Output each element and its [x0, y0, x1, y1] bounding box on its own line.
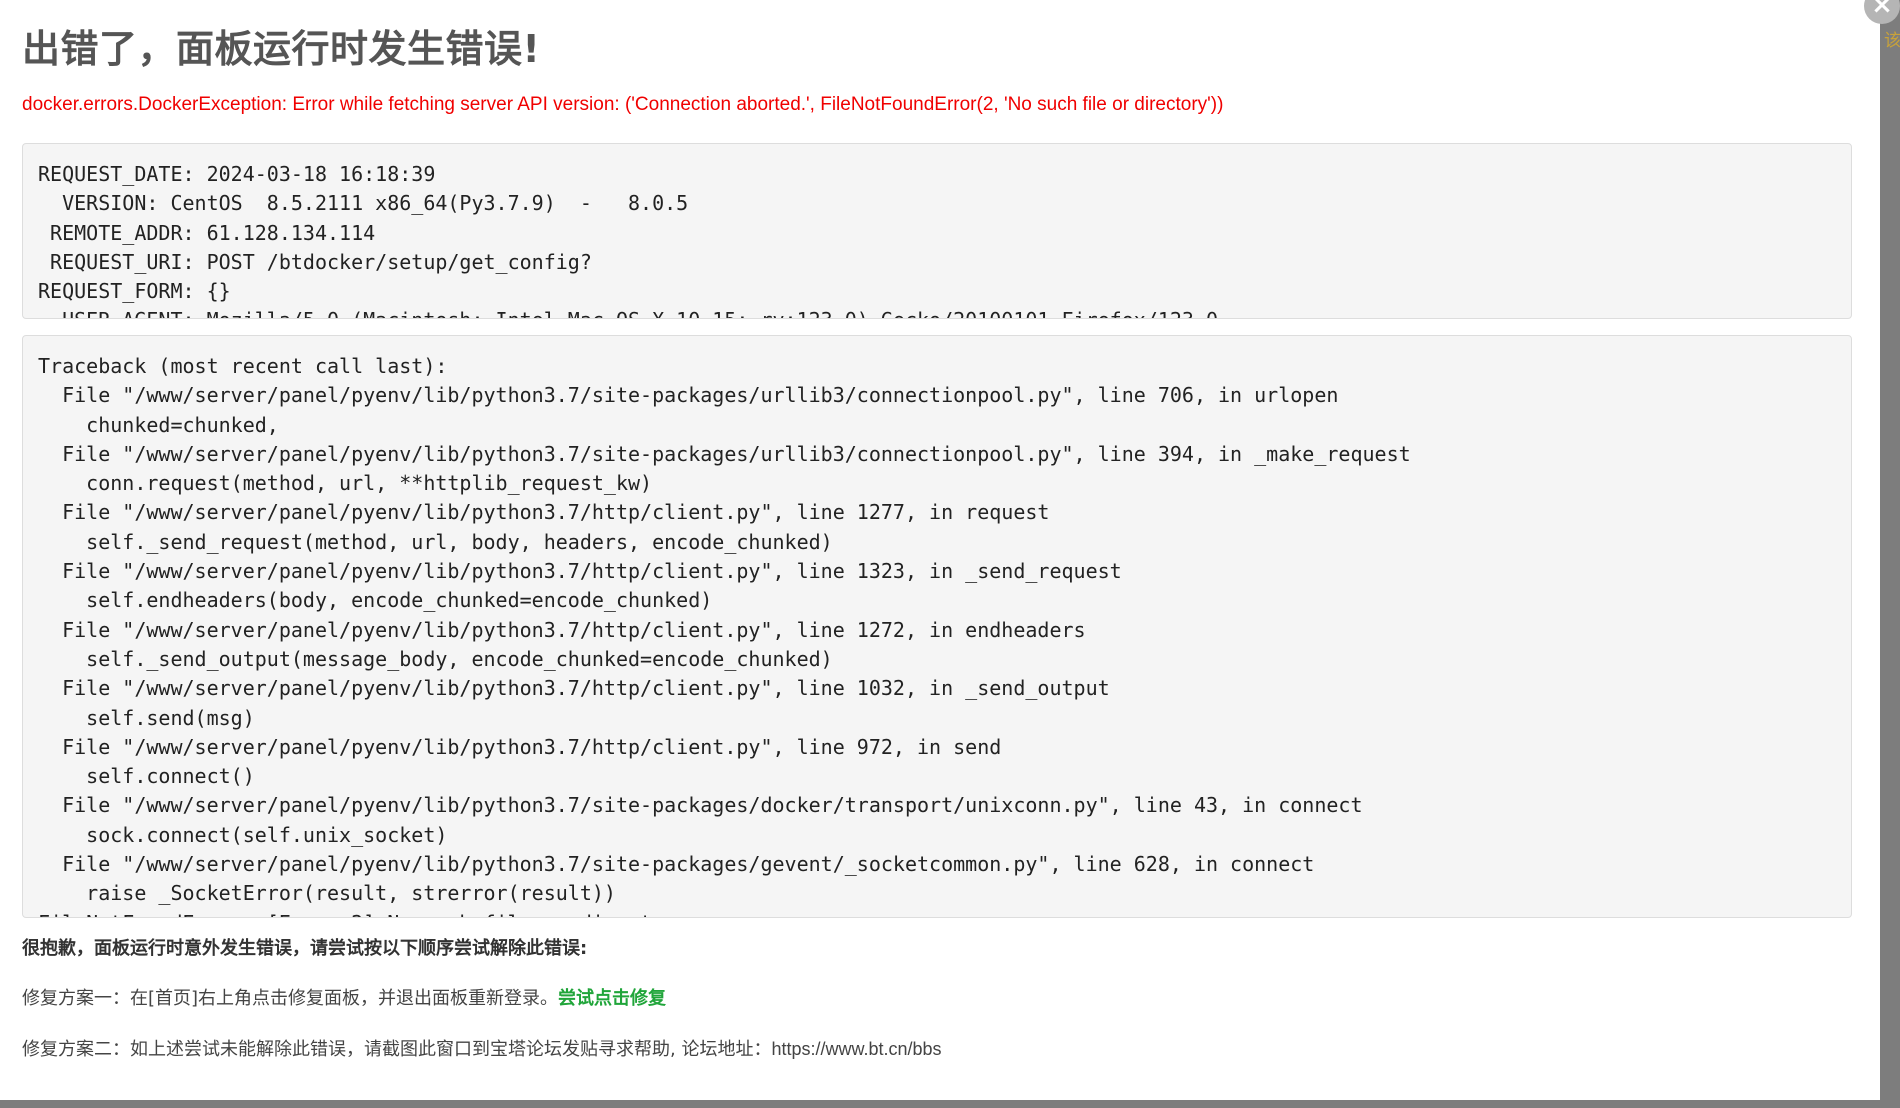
try-repair-link[interactable]: 尝试点击修复: [558, 988, 666, 1009]
side-text-fragment: 该: [1884, 31, 1900, 51]
help-intro: 很抱歉，面板运行时意外发生错误，请尝试按以下顺序尝试解除此错误:: [22, 938, 588, 959]
request-info-panel[interactable]: REQUEST_DATE: 2024-03-18 16:18:39 VERSIO…: [22, 143, 1852, 319]
error-message: docker.errors.DockerException: Error whi…: [22, 94, 1224, 115]
traceback-text: Traceback (most recent call last): File …: [38, 354, 1411, 917]
page-title: 出错了，面板运行时发生错误!: [22, 27, 541, 71]
request-info-text: REQUEST_DATE: 2024-03-18 16:18:39 VERSIO…: [38, 162, 1218, 318]
error-dialog: 出错了，面板运行时发生错误! docker.errors.DockerExcep…: [0, 0, 1880, 1100]
fix-option-2: 修复方案二：如上述尝试未能解除此错误，请截图此窗口到宝塔论坛发贴寻求帮助, 论坛…: [22, 1035, 942, 1061]
fix-option-2-text: 修复方案二：如上述尝试未能解除此错误，请截图此窗口到宝塔论坛发贴寻求帮助, 论坛…: [22, 1039, 772, 1060]
fix-option-1: 修复方案一：在[首页]右上角点击修复面板，并退出面板重新登录。尝试点击修复: [22, 984, 666, 1010]
fix-option-1-text: 修复方案一：在[首页]右上角点击修复面板，并退出面板重新登录。: [22, 988, 559, 1009]
forum-url[interactable]: https://www.bt.cn/bbs: [771, 1039, 941, 1059]
traceback-panel[interactable]: Traceback (most recent call last): File …: [22, 335, 1852, 918]
